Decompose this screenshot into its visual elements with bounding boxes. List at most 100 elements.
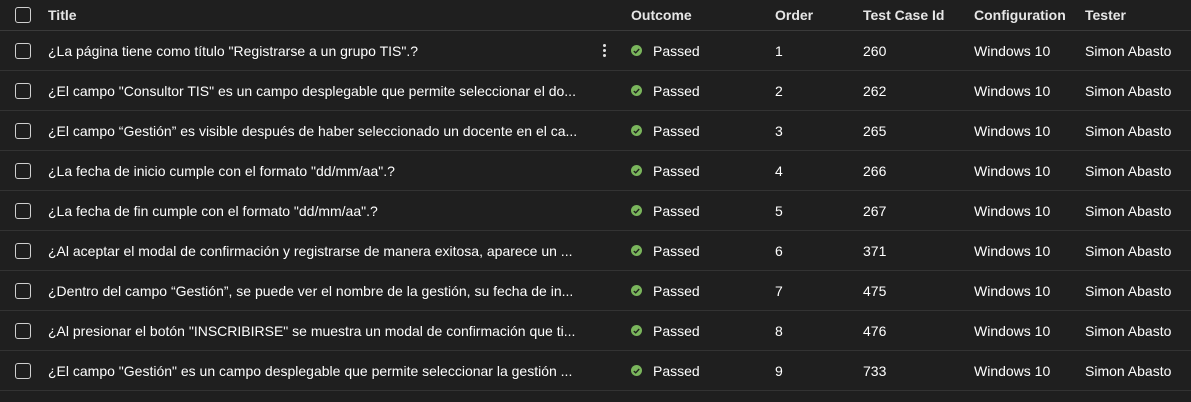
column-header-order[interactable]: Order (775, 0, 835, 30)
check-circle-icon (631, 125, 642, 136)
title-cell[interactable]: ¿El campo "Gestión" es un campo desplega… (48, 351, 580, 390)
check-circle-icon (631, 245, 642, 256)
outcome-cell: Passed (631, 151, 751, 190)
outcome-cell: Passed (631, 311, 751, 350)
row-select-cell (15, 31, 37, 70)
test-title: ¿La fecha de fin cumple con el formato "… (48, 202, 378, 219)
row-checkbox[interactable] (15, 282, 31, 299)
order-cell: 7 (775, 282, 783, 299)
check-circle-icon (631, 285, 642, 296)
title-cell[interactable]: ¿El campo "Consultor TIS" es un campo de… (48, 71, 580, 110)
configuration-cell: Windows 10 (974, 202, 1051, 219)
outcome-cell: Passed (631, 31, 751, 70)
column-header-configuration[interactable]: Configuration (974, 0, 1079, 30)
test-title: ¿Al aceptar el modal de confirmación y r… (48, 242, 573, 259)
row-checkbox[interactable] (15, 202, 31, 219)
select-all-cell (15, 0, 37, 30)
title-cell[interactable]: ¿La fecha de inicio cumple con el format… (48, 151, 580, 190)
more-vertical-icon[interactable] (602, 44, 606, 57)
more-actions-cell (596, 351, 612, 390)
row-checkbox[interactable] (15, 322, 31, 339)
more-actions-cell (596, 151, 612, 190)
table-row[interactable]: ¿La página tiene como título "Registrars… (0, 31, 1191, 71)
test-case-id-cell: 476 (863, 322, 887, 339)
order-cell: 5 (775, 202, 783, 219)
check-circle-icon (631, 365, 642, 376)
table-row[interactable]: ¿La fecha de fin cumple con el formato "… (0, 191, 1191, 231)
select-all-checkbox[interactable] (15, 7, 31, 23)
outcome-cell: Passed (631, 271, 751, 310)
configuration-cell: Windows 10 (974, 282, 1051, 299)
order-cell: 4 (775, 162, 783, 179)
test-title: ¿El campo "Gestión" es un campo desplega… (48, 362, 573, 379)
table-row[interactable]: ¿El campo "Consultor TIS" es un campo de… (0, 71, 1191, 111)
column-header-title[interactable]: Title (48, 0, 580, 30)
tester-cell: Simon Abasto (1085, 122, 1172, 139)
configuration-cell: Windows 10 (974, 82, 1051, 99)
row-select-cell (15, 311, 37, 350)
tester-cell: Simon Abasto (1085, 242, 1172, 259)
row-select-cell (15, 231, 37, 270)
order-cell: 1 (775, 42, 783, 59)
test-case-id-cell: 475 (863, 282, 887, 299)
check-circle-icon (631, 165, 642, 176)
more-actions-cell (596, 71, 612, 110)
check-circle-icon (631, 45, 642, 56)
outcome-label: Passed (653, 362, 700, 379)
row-select-cell (15, 71, 37, 110)
table-row[interactable]: ¿Al aceptar el modal de confirmación y r… (0, 231, 1191, 271)
row-checkbox[interactable] (15, 42, 31, 59)
configuration-cell: Windows 10 (974, 322, 1051, 339)
order-cell: 3 (775, 122, 783, 139)
title-cell[interactable]: ¿La fecha de fin cumple con el formato "… (48, 191, 580, 230)
row-checkbox[interactable] (15, 82, 31, 99)
configuration-cell: Windows 10 (974, 122, 1051, 139)
row-select-cell (15, 111, 37, 150)
column-header-test-case-id[interactable]: Test Case Id (863, 0, 963, 30)
row-checkbox[interactable] (15, 162, 31, 179)
check-circle-icon (631, 85, 642, 96)
test-case-id-cell: 371 (863, 242, 887, 259)
more-actions-cell (596, 191, 612, 230)
outcome-cell: Passed (631, 191, 751, 230)
order-cell: 6 (775, 242, 783, 259)
title-cell[interactable]: ¿Al presionar el botón "INSCRIBIRSE" se … (48, 311, 580, 350)
outcome-label: Passed (653, 82, 700, 99)
more-actions-cell (596, 231, 612, 270)
more-actions-cell (596, 111, 612, 150)
test-title: ¿El campo “Gestión” es visible después d… (48, 122, 578, 139)
row-checkbox[interactable] (15, 122, 31, 139)
configuration-cell: Windows 10 (974, 242, 1051, 259)
table-row[interactable]: ¿La fecha de inicio cumple con el format… (0, 151, 1191, 191)
title-cell[interactable]: ¿Al aceptar el modal de confirmación y r… (48, 231, 580, 270)
outcome-cell: Passed (631, 351, 751, 390)
outcome-label: Passed (653, 322, 700, 339)
row-select-cell (15, 271, 37, 310)
title-cell[interactable]: ¿Dentro del campo “Gestión”, se puede ve… (48, 271, 580, 310)
tester-cell: Simon Abasto (1085, 42, 1172, 59)
outcome-label: Passed (653, 202, 700, 219)
outcome-label: Passed (653, 42, 700, 59)
table-row[interactable]: ¿El campo "Gestión" es un campo desplega… (0, 351, 1191, 391)
test-case-id-cell: 265 (863, 122, 887, 139)
tester-cell: Simon Abasto (1085, 162, 1172, 179)
row-checkbox[interactable] (15, 242, 31, 259)
configuration-cell: Windows 10 (974, 162, 1051, 179)
test-title: ¿Dentro del campo “Gestión”, se puede ve… (48, 282, 574, 299)
title-cell[interactable]: ¿La página tiene como título "Registrars… (48, 31, 580, 70)
more-actions-cell (596, 271, 612, 310)
table-row[interactable]: ¿El campo “Gestión” es visible después d… (0, 111, 1191, 151)
column-header-outcome[interactable]: Outcome (631, 0, 751, 30)
row-checkbox[interactable] (15, 362, 31, 379)
table-row[interactable]: ¿Dentro del campo “Gestión”, se puede ve… (0, 271, 1191, 311)
column-header-tester[interactable]: Tester (1085, 0, 1191, 30)
title-cell[interactable]: ¿El campo “Gestión” es visible después d… (48, 111, 580, 150)
order-cell: 9 (775, 362, 783, 379)
check-circle-icon (631, 205, 642, 216)
header-row: Title Outcome Order Test Case Id Configu… (0, 0, 1191, 31)
table-row[interactable]: ¿Al presionar el botón "INSCRIBIRSE" se … (0, 311, 1191, 351)
order-cell: 8 (775, 322, 783, 339)
outcome-label: Passed (653, 122, 700, 139)
test-title: ¿La página tiene como título "Registrars… (48, 42, 419, 59)
outcome-label: Passed (653, 282, 700, 299)
